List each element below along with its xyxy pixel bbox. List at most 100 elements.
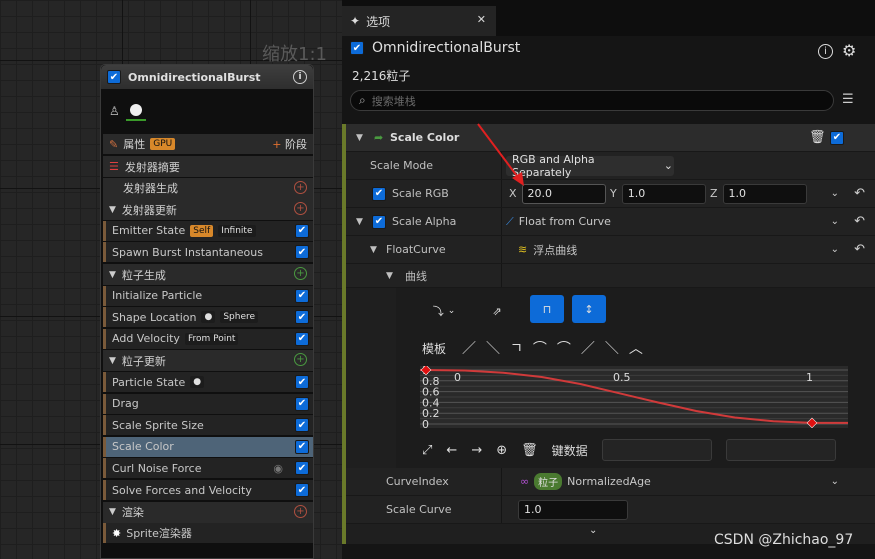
curve-chart[interactable]: 10.80.60.40.2000.51 (420, 366, 848, 428)
chevron-down-icon[interactable]: ⌄ (831, 476, 839, 487)
curve-index-value[interactable]: NormalizedAge (567, 475, 651, 488)
module-enable-checkbox[interactable] (295, 483, 309, 497)
open-external-icon[interactable]: ⇗ (484, 298, 510, 324)
template-ease-in-icon[interactable]: ⌒ (533, 338, 547, 357)
trash-icon[interactable]: 🗑 (809, 130, 826, 145)
eye-icon[interactable]: ◉ (273, 462, 283, 475)
emitter-checkbox[interactable] (350, 41, 364, 55)
section-scale-color[interactable]: ▼ ➦ Scale Color 🗑 (346, 124, 875, 152)
module-enable-checkbox[interactable] (295, 310, 309, 325)
fit-vertical-icon[interactable]: ↕ (572, 295, 606, 323)
gear-icon[interactable]: ⚙ (842, 41, 856, 60)
info-icon[interactable]: i (293, 70, 307, 84)
collapse-icon[interactable]: ▼ (356, 217, 363, 227)
add-module-icon[interactable]: + (294, 267, 307, 280)
y-value-input[interactable]: 1.0 (621, 183, 706, 204)
collapse-icon[interactable]: ▼ (356, 133, 363, 143)
add-module-icon[interactable]: + (294, 353, 307, 367)
property-grid: ▼ ➦ Scale Color 🗑 Scale Mode RGB and Alp… (342, 124, 875, 544)
chevron-down-icon[interactable]: ⌄ (589, 525, 597, 536)
scale-curve-input[interactable]: 1.0 (518, 499, 628, 520)
filter-icon[interactable]: ☰ (842, 92, 854, 107)
node-header[interactable]: OmnidirectionalBurst i (101, 65, 313, 89)
module-enable-checkbox[interactable] (295, 439, 309, 454)
module-enable-checkbox[interactable] (295, 461, 309, 476)
emitter-node[interactable]: OmnidirectionalBurst i ♙ ✎ 属性 GPU + 阶段 ☰… (100, 64, 314, 559)
collapse-icon[interactable]: ▼ (386, 271, 393, 281)
x-value-input[interactable]: 20.0 (521, 183, 606, 204)
add-module-icon[interactable]: + (294, 504, 307, 518)
template-smooth-down-icon[interactable]: ＼ (605, 338, 619, 357)
row-label: 发射器摘要 (124, 160, 180, 174)
module-row[interactable]: Scale Sprite Size (103, 415, 313, 436)
properties-row[interactable]: ✎ 属性 GPU + 阶段 (103, 134, 313, 154)
key-time-input[interactable] (601, 439, 712, 461)
add-key-icon[interactable]: ⊕ (496, 443, 507, 458)
list-icon[interactable]: ☰ (109, 160, 119, 173)
stage-row[interactable]: ▼ 粒子更新 + (103, 350, 313, 372)
module-row[interactable]: Add Velocity From Point (103, 328, 313, 349)
module-row[interactable]: Curl Noise Force ◉ (103, 458, 313, 479)
module-enable-checkbox[interactable] (295, 375, 309, 389)
z-value-input[interactable]: 1.0 (722, 183, 807, 204)
scale-alpha-value[interactable]: Float from Curve (519, 215, 611, 228)
expand-icon[interactable]: ⤢ (422, 443, 432, 458)
arrow-right-icon[interactable]: → (471, 443, 482, 458)
module-enable-checkbox[interactable] (295, 396, 309, 411)
module-row[interactable]: Scale Color (103, 436, 313, 457)
reset-icon[interactable]: ↶ (854, 186, 865, 201)
stage-row[interactable]: 发射器生成 + (103, 177, 313, 199)
module-row[interactable]: Solve Forces and Velocity (103, 480, 313, 500)
chevron-down-icon[interactable]: ⌄ (831, 244, 839, 255)
trash-icon[interactable]: 🗑 (521, 443, 538, 458)
module-enable-checkbox[interactable] (295, 331, 309, 346)
template-smooth-up-icon[interactable]: ／ (581, 338, 595, 357)
module-enable-checkbox[interactable] (295, 223, 309, 238)
stage-row[interactable]: ☰ 发射器摘要 (103, 156, 313, 177)
stage-button[interactable]: + 阶段 (272, 136, 307, 152)
search-input[interactable]: ⌕ 搜索堆栈 (350, 90, 834, 111)
module-row[interactable]: Shape Location ● Sphere (103, 307, 313, 328)
add-module-icon[interactable]: + (294, 202, 307, 216)
module-row[interactable]: Drag (103, 393, 313, 414)
scale-alpha-checkbox[interactable] (372, 214, 386, 229)
collapse-icon[interactable]: ▼ (109, 356, 116, 366)
chevron-down-icon[interactable]: ⌄ (831, 216, 839, 227)
template-linear-down-icon[interactable]: ＼ (486, 338, 500, 357)
module-row[interactable]: Spawn Burst Instantaneous (103, 242, 313, 263)
emitter-thumbnail[interactable] (125, 101, 146, 121)
module-enable-checkbox[interactable] (830, 130, 844, 145)
template-step-icon[interactable]: ㄱ (510, 338, 523, 357)
template-peak-icon[interactable]: ︿ (629, 338, 643, 357)
arrow-left-icon[interactable]: ← (446, 443, 457, 458)
module-row[interactable]: Initialize Particle (103, 285, 313, 306)
key-value-input[interactable] (725, 439, 836, 461)
fit-horizontal-icon[interactable]: ⊓ (530, 295, 564, 323)
module-enable-checkbox[interactable] (295, 245, 309, 260)
collapse-icon[interactable]: ▼ (109, 270, 116, 280)
tab-options[interactable]: ✦ 选项 ✕ (342, 6, 496, 36)
module-row[interactable]: Emitter State Self Infinite (103, 220, 313, 241)
info-icon[interactable]: i (818, 44, 833, 59)
emitter-enable-checkbox[interactable] (107, 70, 121, 84)
template-ease-out-icon[interactable]: ⌒ (557, 338, 571, 357)
close-icon[interactable]: ✕ (477, 13, 486, 26)
chevron-down-icon[interactable]: ⌄ (831, 188, 839, 199)
stage-row[interactable]: ▼ 发射器更新 + (103, 199, 313, 221)
reset-icon[interactable]: ↶ (854, 242, 865, 257)
template-linear-up-icon[interactable]: ／ (462, 338, 476, 357)
key-tangent-dropdown[interactable]: ⤵ ⌄ (424, 298, 464, 324)
reset-icon[interactable]: ↶ (854, 214, 865, 229)
add-module-icon[interactable]: + (294, 180, 307, 194)
module-row[interactable]: ✸ Sprite渲染器 (103, 523, 313, 544)
collapse-icon[interactable]: ▼ (109, 507, 116, 517)
row-label: Scale Sprite Size (112, 418, 204, 432)
module-enable-checkbox[interactable] (295, 418, 309, 433)
module-enable-checkbox[interactable] (295, 288, 309, 303)
collapse-icon[interactable]: ▼ (370, 245, 377, 255)
scale-rgb-checkbox[interactable] (372, 186, 386, 201)
collapse-icon[interactable]: ▼ (109, 205, 116, 215)
stage-row[interactable]: ▼ 渲染 + (103, 501, 313, 523)
module-row[interactable]: Particle State ● (103, 372, 313, 392)
stage-row[interactable]: ▼ 粒子生成 + (103, 264, 313, 285)
